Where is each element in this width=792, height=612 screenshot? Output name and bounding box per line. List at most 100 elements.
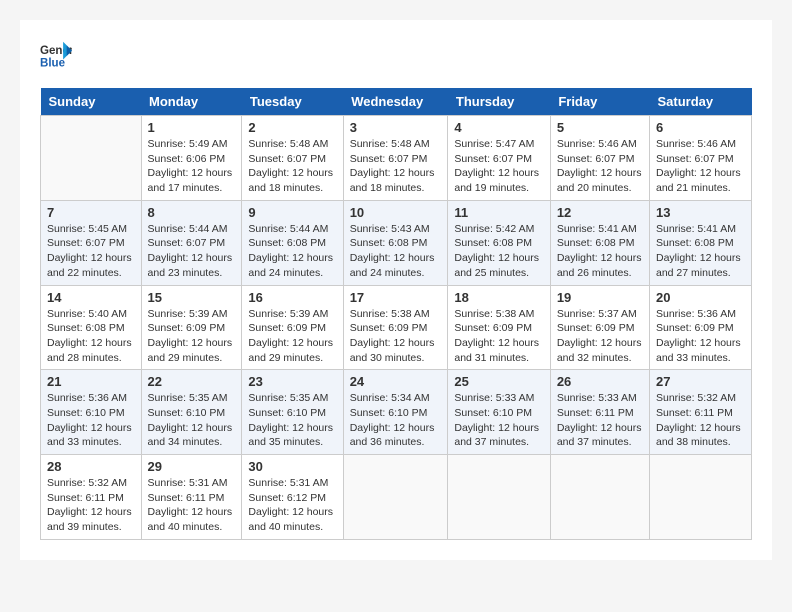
calendar-cell: 15 Sunrise: 5:39 AM Sunset: 6:09 PM Dayli… bbox=[141, 285, 242, 370]
day-info: Sunrise: 5:32 AM Sunset: 6:11 PM Dayligh… bbox=[47, 476, 135, 535]
day-number: 2 bbox=[248, 120, 336, 135]
day-info: Sunrise: 5:46 AM Sunset: 6:07 PM Dayligh… bbox=[656, 137, 745, 196]
calendar-cell: 13 Sunrise: 5:41 AM Sunset: 6:08 PM Dayli… bbox=[650, 200, 752, 285]
day-info: Sunrise: 5:44 AM Sunset: 6:08 PM Dayligh… bbox=[248, 222, 336, 281]
calendar-cell bbox=[650, 455, 752, 540]
col-header-sunday: Sunday bbox=[41, 88, 142, 116]
calendar-cell: 28 Sunrise: 5:32 AM Sunset: 6:11 PM Dayli… bbox=[41, 455, 142, 540]
calendar-cell: 26 Sunrise: 5:33 AM Sunset: 6:11 PM Dayli… bbox=[550, 370, 649, 455]
day-info: Sunrise: 5:46 AM Sunset: 6:07 PM Dayligh… bbox=[557, 137, 643, 196]
calendar-cell: 20 Sunrise: 5:36 AM Sunset: 6:09 PM Dayli… bbox=[650, 285, 752, 370]
day-number: 4 bbox=[454, 120, 543, 135]
day-number: 26 bbox=[557, 374, 643, 389]
day-number: 21 bbox=[47, 374, 135, 389]
day-number: 17 bbox=[350, 290, 442, 305]
column-headers-row: SundayMondayTuesdayWednesdayThursdayFrid… bbox=[41, 88, 752, 116]
week-row-1: 1Sunrise: 5:49 AM Sunset: 6:06 PM Daylig… bbox=[41, 116, 752, 201]
day-number: 15 bbox=[148, 290, 236, 305]
calendar-cell: 17 Sunrise: 5:38 AM Sunset: 6:09 PM Dayli… bbox=[343, 285, 448, 370]
week-row-5: 28 Sunrise: 5:32 AM Sunset: 6:11 PM Dayli… bbox=[41, 455, 752, 540]
calendar-cell: 12 Sunrise: 5:41 AM Sunset: 6:08 PM Dayli… bbox=[550, 200, 649, 285]
day-info: Sunrise: 5:42 AM Sunset: 6:08 PM Dayligh… bbox=[454, 222, 543, 281]
day-info: Sunrise: 5:39 AM Sunset: 6:09 PM Dayligh… bbox=[148, 307, 236, 366]
day-info: Sunrise: 5:35 AM Sunset: 6:10 PM Dayligh… bbox=[248, 391, 336, 450]
day-info: Sunrise: 5:38 AM Sunset: 6:09 PM Dayligh… bbox=[454, 307, 543, 366]
day-number: 20 bbox=[656, 290, 745, 305]
day-info: Sunrise: 5:31 AM Sunset: 6:12 PM Dayligh… bbox=[248, 476, 336, 535]
week-row-2: 7 Sunrise: 5:45 AM Sunset: 6:07 PM Daylig… bbox=[41, 200, 752, 285]
day-number: 9 bbox=[248, 205, 336, 220]
day-info: Sunrise: 5:33 AM Sunset: 6:10 PM Dayligh… bbox=[454, 391, 543, 450]
day-number: 23 bbox=[248, 374, 336, 389]
col-header-wednesday: Wednesday bbox=[343, 88, 448, 116]
calendar-cell: 1Sunrise: 5:49 AM Sunset: 6:06 PM Daylig… bbox=[141, 116, 242, 201]
day-info: Sunrise: 5:31 AM Sunset: 6:11 PM Dayligh… bbox=[148, 476, 236, 535]
week-row-4: 21 Sunrise: 5:36 AM Sunset: 6:10 PM Dayli… bbox=[41, 370, 752, 455]
calendar-cell: 4 Sunrise: 5:47 AM Sunset: 6:07 PM Daylig… bbox=[448, 116, 550, 201]
calendar-cell bbox=[41, 116, 142, 201]
day-number: 12 bbox=[557, 205, 643, 220]
week-row-3: 14Sunrise: 5:40 AM Sunset: 6:08 PM Dayli… bbox=[41, 285, 752, 370]
calendar-cell: 14Sunrise: 5:40 AM Sunset: 6:08 PM Dayli… bbox=[41, 285, 142, 370]
calendar-cell: 29 Sunrise: 5:31 AM Sunset: 6:11 PM Dayli… bbox=[141, 455, 242, 540]
calendar-cell: 16 Sunrise: 5:39 AM Sunset: 6:09 PM Dayli… bbox=[242, 285, 343, 370]
calendar-cell: 7 Sunrise: 5:45 AM Sunset: 6:07 PM Daylig… bbox=[41, 200, 142, 285]
calendar-cell bbox=[448, 455, 550, 540]
day-number: 13 bbox=[656, 205, 745, 220]
day-info: Sunrise: 5:47 AM Sunset: 6:07 PM Dayligh… bbox=[454, 137, 543, 196]
day-number: 7 bbox=[47, 205, 135, 220]
day-info: Sunrise: 5:41 AM Sunset: 6:08 PM Dayligh… bbox=[656, 222, 745, 281]
day-info: Sunrise: 5:32 AM Sunset: 6:11 PM Dayligh… bbox=[656, 391, 745, 450]
day-info: Sunrise: 5:43 AM Sunset: 6:08 PM Dayligh… bbox=[350, 222, 442, 281]
calendar-cell: 5 Sunrise: 5:46 AM Sunset: 6:07 PM Daylig… bbox=[550, 116, 649, 201]
day-info: Sunrise: 5:37 AM Sunset: 6:09 PM Dayligh… bbox=[557, 307, 643, 366]
calendar-cell: 24Sunrise: 5:34 AM Sunset: 6:10 PM Dayli… bbox=[343, 370, 448, 455]
day-number: 3 bbox=[350, 120, 442, 135]
day-number: 6 bbox=[656, 120, 745, 135]
day-info: Sunrise: 5:33 AM Sunset: 6:11 PM Dayligh… bbox=[557, 391, 643, 450]
calendar-cell: 10 Sunrise: 5:43 AM Sunset: 6:08 PM Dayli… bbox=[343, 200, 448, 285]
day-number: 29 bbox=[148, 459, 236, 474]
calendar-cell bbox=[343, 455, 448, 540]
day-info: Sunrise: 5:36 AM Sunset: 6:09 PM Dayligh… bbox=[656, 307, 745, 366]
day-number: 16 bbox=[248, 290, 336, 305]
calendar-table: SundayMondayTuesdayWednesdayThursdayFrid… bbox=[40, 88, 752, 540]
calendar-cell: 23 Sunrise: 5:35 AM Sunset: 6:10 PM Dayli… bbox=[242, 370, 343, 455]
col-header-saturday: Saturday bbox=[650, 88, 752, 116]
calendar-cell: 9 Sunrise: 5:44 AM Sunset: 6:08 PM Daylig… bbox=[242, 200, 343, 285]
day-number: 30 bbox=[248, 459, 336, 474]
logo: General Blue bbox=[40, 40, 72, 72]
day-number: 24 bbox=[350, 374, 442, 389]
col-header-friday: Friday bbox=[550, 88, 649, 116]
day-number: 25 bbox=[454, 374, 543, 389]
calendar-cell: 21 Sunrise: 5:36 AM Sunset: 6:10 PM Dayli… bbox=[41, 370, 142, 455]
day-info: Sunrise: 5:38 AM Sunset: 6:09 PM Dayligh… bbox=[350, 307, 442, 366]
day-number: 11 bbox=[454, 205, 543, 220]
day-info: Sunrise: 5:48 AM Sunset: 6:07 PM Dayligh… bbox=[350, 137, 442, 196]
calendar-cell: 18 Sunrise: 5:38 AM Sunset: 6:09 PM Dayli… bbox=[448, 285, 550, 370]
day-number: 10 bbox=[350, 205, 442, 220]
logo-icon: General Blue bbox=[40, 40, 72, 72]
day-info: Sunrise: 5:45 AM Sunset: 6:07 PM Dayligh… bbox=[47, 222, 135, 281]
day-number: 18 bbox=[454, 290, 543, 305]
calendar-cell: 19 Sunrise: 5:37 AM Sunset: 6:09 PM Dayli… bbox=[550, 285, 649, 370]
day-number: 22 bbox=[148, 374, 236, 389]
day-info: Sunrise: 5:41 AM Sunset: 6:08 PM Dayligh… bbox=[557, 222, 643, 281]
col-header-thursday: Thursday bbox=[448, 88, 550, 116]
calendar-cell: 27 Sunrise: 5:32 AM Sunset: 6:11 PM Dayli… bbox=[650, 370, 752, 455]
day-number: 19 bbox=[557, 290, 643, 305]
calendar-cell: 11 Sunrise: 5:42 AM Sunset: 6:08 PM Dayli… bbox=[448, 200, 550, 285]
day-info: Sunrise: 5:48 AM Sunset: 6:07 PM Dayligh… bbox=[248, 137, 336, 196]
calendar-cell bbox=[550, 455, 649, 540]
day-info: Sunrise: 5:39 AM Sunset: 6:09 PM Dayligh… bbox=[248, 307, 336, 366]
header: General Blue bbox=[40, 40, 752, 72]
day-number: 14 bbox=[47, 290, 135, 305]
col-header-tuesday: Tuesday bbox=[242, 88, 343, 116]
day-number: 5 bbox=[557, 120, 643, 135]
day-number: 27 bbox=[656, 374, 745, 389]
calendar-cell: 30 Sunrise: 5:31 AM Sunset: 6:12 PM Dayli… bbox=[242, 455, 343, 540]
main-container: General Blue SundayMondayTuesdayWednesda… bbox=[20, 20, 772, 560]
day-info: Sunrise: 5:36 AM Sunset: 6:10 PM Dayligh… bbox=[47, 391, 135, 450]
calendar-cell: 25 Sunrise: 5:33 AM Sunset: 6:10 PM Dayli… bbox=[448, 370, 550, 455]
day-number: 28 bbox=[47, 459, 135, 474]
